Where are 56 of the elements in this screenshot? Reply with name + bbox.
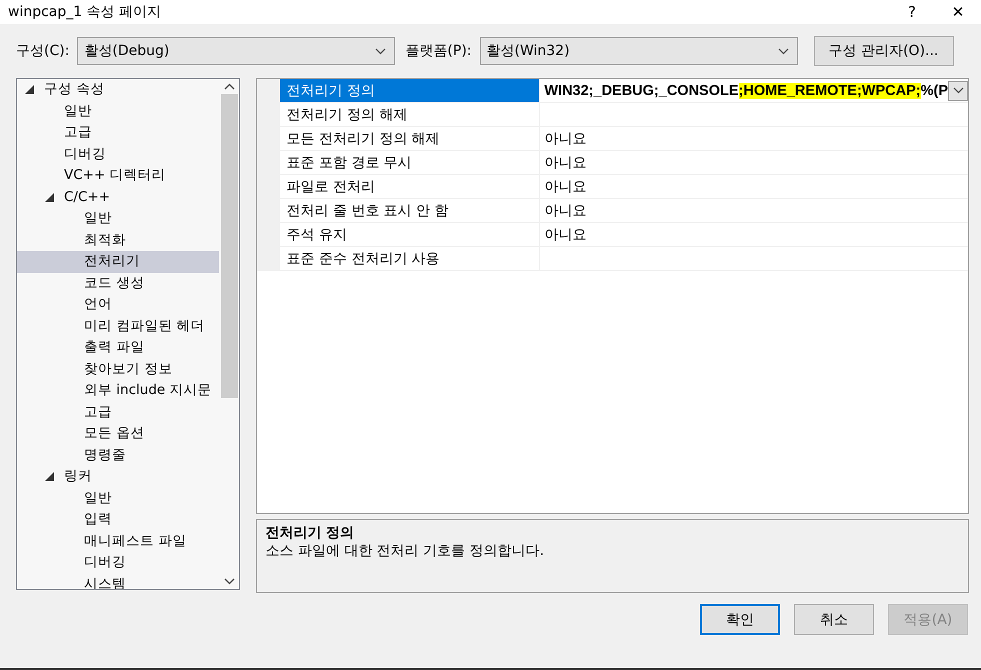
platform-dropdown[interactable]: 활성(Win32) xyxy=(480,37,798,65)
property-name[interactable]: 주석 유지 xyxy=(280,223,540,246)
property-name[interactable]: 모든 전처리기 정의 해제 xyxy=(280,127,540,150)
property-value[interactable]: WIN32;_DEBUG;_CONSOLE;HOME_REMOTE;WPCAP;%(P xyxy=(544,82,948,98)
help-button[interactable]: ? xyxy=(889,3,935,21)
tree-item[interactable]: 입력 xyxy=(17,509,220,530)
tree-item[interactable]: C/C++ xyxy=(17,186,220,208)
property-value[interactable]: 아니요 xyxy=(544,178,586,196)
property-name[interactable]: 전처리기 정의 xyxy=(280,79,540,102)
scroll-up-icon[interactable] xyxy=(224,83,235,90)
configuration-label: 구성(C): xyxy=(16,42,70,60)
chevron-down-icon xyxy=(778,48,789,54)
tree-item[interactable]: 모든 옵션 xyxy=(17,423,220,444)
tree-item[interactable]: 언어 xyxy=(17,294,220,316)
tree-item[interactable]: 일반 xyxy=(17,100,220,122)
property-name[interactable]: 표준 포함 경로 무시 xyxy=(280,151,540,174)
property-value[interactable]: 아니요 xyxy=(544,202,586,220)
tree-item[interactable]: 일반 xyxy=(17,488,220,509)
property-name[interactable]: 전처리 줄 번호 표시 안 함 xyxy=(280,199,540,222)
close-button[interactable]: ✕ xyxy=(935,3,981,21)
property-value[interactable]: 아니요 xyxy=(544,154,586,172)
dropdown-button[interactable] xyxy=(948,80,968,100)
tree-item[interactable]: 외부 include 지시문 xyxy=(17,380,220,402)
platform-label: 플랫폼(P): xyxy=(405,42,472,60)
configuration-manager-button[interactable]: 구성 관리자(O)... xyxy=(814,36,954,66)
description-text: 소스 파일에 대한 전처리 기호를 정의합니다. xyxy=(265,542,546,560)
tree-item[interactable]: 전처리기 xyxy=(17,251,220,272)
tree-item[interactable]: 코드 생성 xyxy=(17,272,220,294)
tree-item[interactable]: 구성 속성 xyxy=(17,79,220,100)
tree-item[interactable]: 찾아보기 정보 xyxy=(17,358,220,380)
tree-item[interactable]: 미리 컴파일된 헤더 xyxy=(17,316,220,337)
dialog-button[interactable]: 확인 xyxy=(700,604,780,635)
tree-item[interactable]: 고급 xyxy=(17,402,220,423)
tree-item[interactable]: 출력 파일 xyxy=(17,337,220,358)
tree-item[interactable]: 매니페스트 파일 xyxy=(17,530,220,552)
tree-item[interactable]: 디버깅 xyxy=(17,552,220,574)
scroll-thumb[interactable] xyxy=(220,94,238,398)
tree-item[interactable]: 명령줄 xyxy=(17,444,220,466)
tree-item[interactable]: 링커 xyxy=(17,466,220,488)
property-value[interactable]: 아니요 xyxy=(544,130,586,148)
tree-item[interactable]: 일반 xyxy=(17,208,220,230)
window-title: winpcap_1 속성 페이지 xyxy=(8,3,162,21)
property-value[interactable]: 아니요 xyxy=(544,226,586,244)
property-name[interactable]: 전처리기 정의 해제 xyxy=(280,103,540,126)
description-title: 전처리기 정의 xyxy=(265,524,356,542)
dialog-button[interactable]: 취소 xyxy=(794,604,874,635)
configuration-dropdown[interactable]: 활성(Debug) xyxy=(77,37,396,65)
property-name[interactable]: 파일로 전처리 xyxy=(280,175,540,198)
tree-item[interactable]: VC++ 디렉터리 xyxy=(17,165,220,186)
tree-item[interactable]: 최적화 xyxy=(17,230,220,251)
tree-item[interactable]: 고급 xyxy=(17,122,220,144)
scroll-down-icon[interactable] xyxy=(224,578,235,585)
chevron-down-icon xyxy=(375,48,386,54)
tree-item[interactable]: 디버깅 xyxy=(17,144,220,165)
chevron-down-icon xyxy=(952,87,964,94)
property-name[interactable]: 표준 준수 전처리기 사용 xyxy=(280,247,540,270)
